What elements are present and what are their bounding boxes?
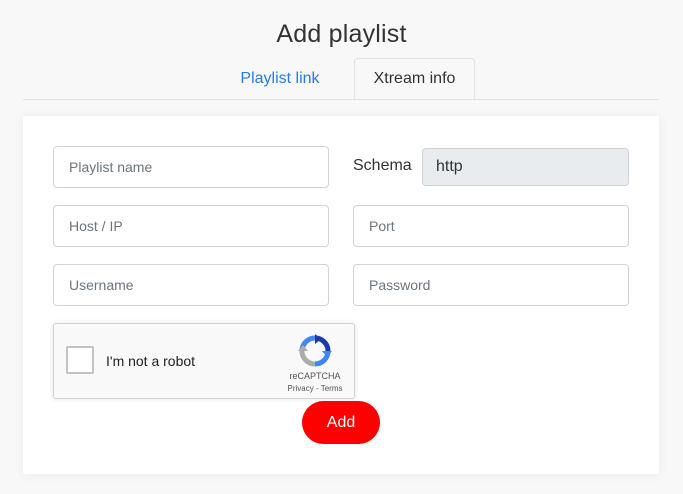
tab-playlist-link[interactable]: Playlist link — [226, 58, 334, 100]
recaptcha-checkbox[interactable] — [66, 346, 94, 374]
port-input[interactable] — [353, 205, 629, 247]
schema-select[interactable]: http — [422, 148, 629, 186]
recaptcha-widget: I'm not a robot reCAPTCHA Privacy - Term… — [53, 323, 355, 399]
recaptcha-logo-icon — [298, 334, 332, 367]
tab-xtream-info[interactable]: Xtream info — [354, 58, 475, 100]
username-input[interactable] — [53, 264, 329, 306]
recaptcha-brand: reCAPTCHA — [289, 371, 341, 381]
schema-label: Schema — [353, 157, 412, 174]
add-button[interactable]: Add — [302, 401, 380, 444]
host-input[interactable] — [53, 205, 329, 247]
schema-value: http — [436, 158, 463, 175]
tabs-divider — [23, 99, 659, 100]
playlist-name-input[interactable] — [53, 146, 329, 188]
recaptcha-links[interactable]: Privacy - Terms — [276, 384, 354, 393]
recaptcha-label: I'm not a robot — [106, 353, 196, 369]
password-input[interactable] — [353, 264, 629, 306]
page-title: Add playlist — [276, 20, 407, 48]
